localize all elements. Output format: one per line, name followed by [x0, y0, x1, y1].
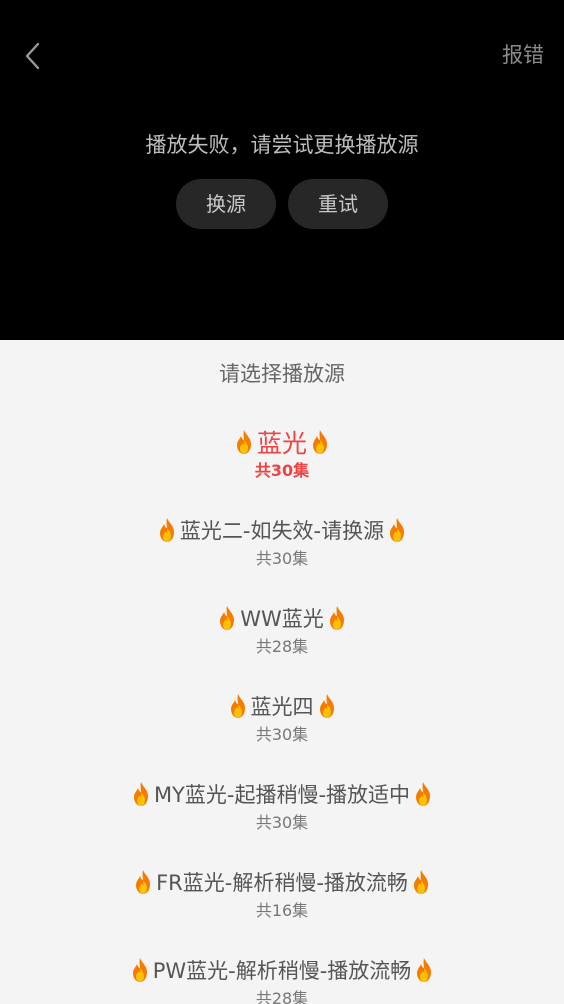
- source-item[interactable]: MY蓝光-起播稍慢-播放适中 共30集: [0, 770, 564, 858]
- episode-count: 共30集: [255, 813, 309, 832]
- panel-title: 请选择播放源: [219, 362, 345, 386]
- fire-icon: [326, 605, 348, 631]
- fire-icon: [413, 957, 435, 983]
- fire-icon: [132, 869, 154, 895]
- source-name: WW蓝光: [240, 607, 324, 631]
- fire-icon: [309, 429, 331, 455]
- source-item[interactable]: WW蓝光 共28集: [0, 594, 564, 682]
- chevron-left-icon: [25, 42, 40, 70]
- source-item[interactable]: FR蓝光-解析稍慢-播放流畅 共16集: [0, 858, 564, 946]
- source-item[interactable]: 蓝光四 共30集: [0, 682, 564, 770]
- source-name: 蓝光四: [250, 695, 314, 719]
- episode-count: 共30集: [255, 725, 309, 744]
- source-selection-panel: 请选择播放源 蓝光 共30集 蓝光二-如失效-请换源 共30集 WW蓝光 共28…: [0, 340, 564, 1004]
- fire-icon: [156, 517, 178, 543]
- fire-icon: [410, 869, 432, 895]
- episode-count: 共16集: [255, 901, 309, 920]
- fire-icon: [386, 517, 408, 543]
- source-item[interactable]: 蓝光 共30集: [0, 418, 564, 506]
- source-name: 蓝光二-如失效-请换源: [179, 519, 385, 543]
- back-button[interactable]: [18, 36, 54, 76]
- fire-icon: [130, 781, 152, 807]
- fire-icon: [216, 605, 238, 631]
- video-player: 报错 播放失败，请尝试更换播放源 换源 重试: [0, 0, 564, 340]
- retry-button[interactable]: 重试: [288, 179, 388, 229]
- source-name: 蓝光: [256, 429, 307, 458]
- source-item[interactable]: PW蓝光-解析稍慢-播放流畅 共28集: [0, 946, 564, 1004]
- fire-icon: [412, 781, 434, 807]
- source-name: MY蓝光-起播稍慢-播放适中: [153, 783, 411, 807]
- episode-count: 共30集: [255, 549, 309, 568]
- episode-count: 共30集: [254, 461, 310, 480]
- source-list: 蓝光 共30集 蓝光二-如失效-请换源 共30集 WW蓝光 共28集 蓝光四 共…: [0, 418, 564, 1004]
- fire-icon: [316, 693, 338, 719]
- episode-count: 共28集: [255, 637, 309, 656]
- fire-icon: [227, 693, 249, 719]
- playback-error-message: 播放失败，请尝试更换播放源: [145, 133, 419, 157]
- switch-source-button[interactable]: 换源: [176, 179, 276, 229]
- fire-icon: [129, 957, 151, 983]
- report-error-link[interactable]: 报错: [502, 40, 544, 70]
- source-name: PW蓝光-解析稍慢-播放流畅: [152, 959, 412, 983]
- episode-count: 共28集: [255, 989, 309, 1004]
- source-name: FR蓝光-解析稍慢-播放流畅: [156, 871, 408, 895]
- fire-icon: [233, 429, 255, 455]
- source-item[interactable]: 蓝光二-如失效-请换源 共30集: [0, 506, 564, 594]
